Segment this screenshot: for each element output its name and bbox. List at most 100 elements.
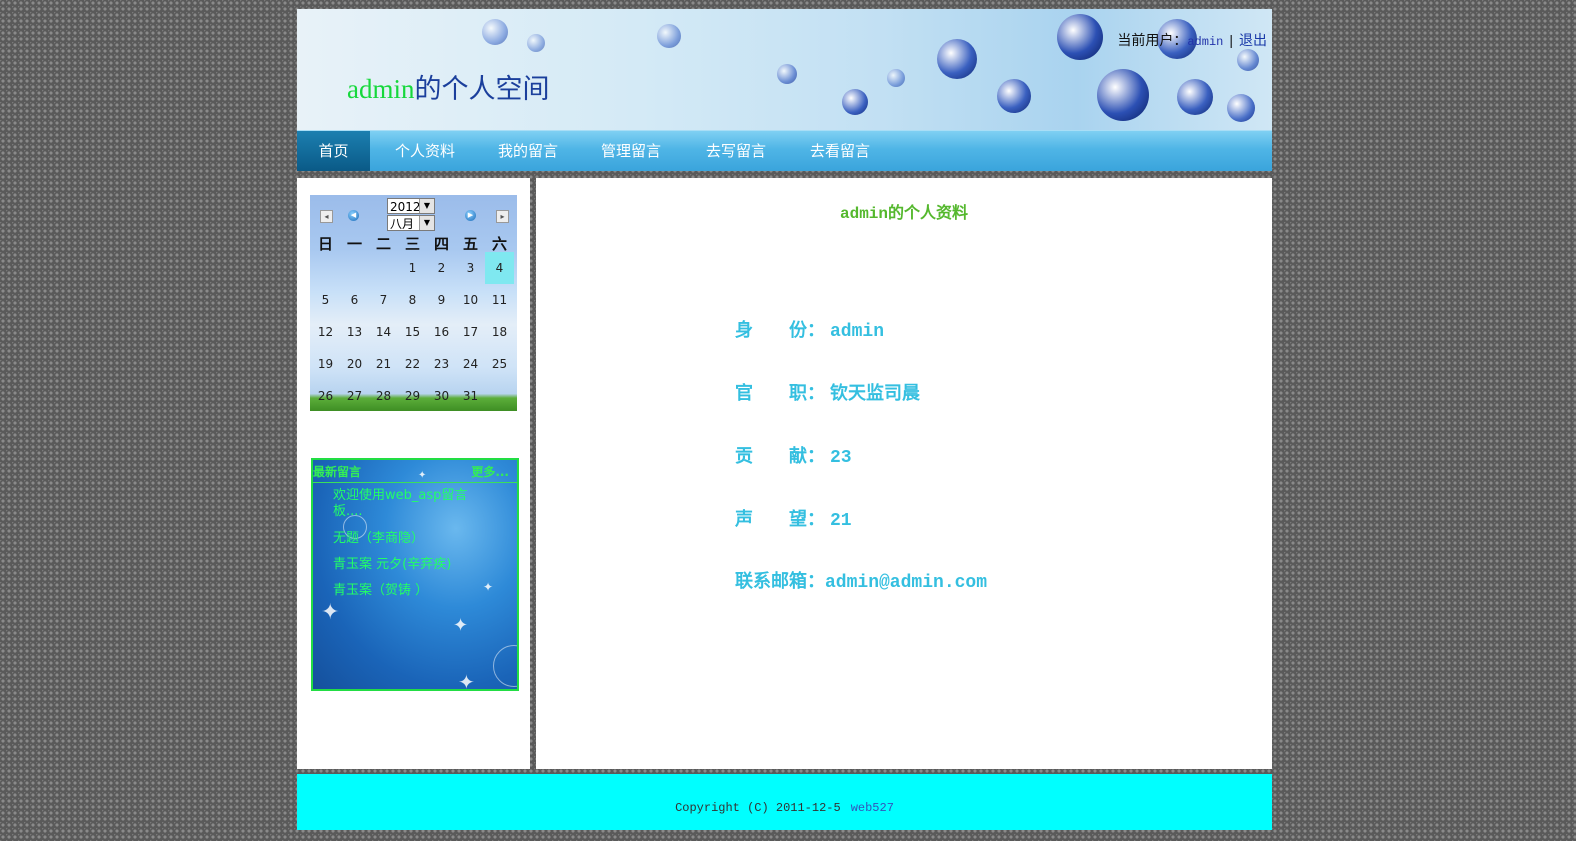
logout-link[interactable]: 退出 [1239,32,1267,48]
profile-row-position: 官 职： 钦天监司晨 [735,379,920,405]
chevron-down-icon: ▼ [419,216,434,230]
chevron-down-icon: ▼ [419,199,434,213]
calendar-day[interactable]: 31 [456,380,485,412]
site-title: admin的个人空间 [347,67,550,106]
calendar-day[interactable]: 7 [369,284,398,316]
calendar-weekday-header: 二 [375,235,391,253]
calendar-day[interactable]: 25 [485,348,514,380]
calendar-widget: ◂ ◀ 2012 ▼ 八月 ▼ ▶ ▸ 日一二三四五六 1 2 3 4 5 6 7 8 9 10 11 12… [310,195,517,411]
calendar-day[interactable]: 5 [311,284,340,316]
footer-site-link[interactable]: web527 [851,801,894,815]
current-user-link[interactable]: admin [1187,35,1223,49]
nav-item-write-message[interactable]: 去写留言 [694,131,778,171]
calendar-day[interactable]: 10 [456,284,485,316]
calendar-weekday-header: 四 [433,235,449,253]
profile-value: 23 [830,448,852,468]
calendar-day[interactable]: 13 [340,316,369,348]
profile-row-contribution: 贡 献： 23 [735,442,852,468]
calendar-day[interactable]: 8 [398,284,427,316]
calendar-day-today[interactable]: 4 [485,252,514,284]
message-item[interactable]: 无题（李商隐） [333,531,493,547]
copyright: Copyright (C) 2011-12-5 [675,801,841,815]
calendar-weekday-header: 一 [346,235,362,253]
calendar-day[interactable]: 17 [456,316,485,348]
profile-title: admin的个人资料 [839,205,968,223]
profile-value: admin [830,322,885,342]
profile-value: 钦天监司晨 [830,385,920,405]
calendar-day[interactable]: 28 [369,380,398,412]
user-bar-separator: | [1229,32,1233,48]
nav-item-my-messages[interactable]: 我的留言 [487,131,569,171]
nav-item-view-messages[interactable]: 去看留言 [798,131,882,171]
calendar-day[interactable]: 6 [340,284,369,316]
page-container: admin的个人空间 当前用户：admin | 退出 首页 个人资料 我的留言 管理… [297,9,1272,832]
bubble-decoration [493,645,517,687]
profile-label: 贡 献： [735,446,825,466]
calendar-day[interactable]: 12 [311,316,340,348]
calendar-day[interactable]: 2 [427,252,456,284]
profile-label: 官 职： [735,383,825,403]
site-title-rest: 的个人空间 [414,74,550,104]
footer: Copyright (C) 2011-12-5 web527 [297,774,1272,830]
calendar-day[interactable]: 14 [369,316,398,348]
main-nav: 首页 个人资料 我的留言 管理留言 去写留言 去看留言 [297,130,1272,171]
calendar-day[interactable]: 16 [427,316,456,348]
profile-row-reputation: 声 望： 21 [735,505,852,531]
calendar-weekday-header: 三 [404,235,420,253]
calendar-day[interactable]: 18 [485,316,514,348]
calendar-day[interactable]: 9 [427,284,456,316]
next-year-icon[interactable]: ▸ [496,210,509,223]
prev-month-icon[interactable]: ◀ [348,210,359,221]
calendar-day[interactable]: 27 [340,380,369,412]
sidebar: ◂ ◀ 2012 ▼ 八月 ▼ ▶ ▸ 日一二三四五六 1 2 3 4 5 6 7 8 9 10 11 12… [297,178,530,769]
message-item[interactable]: 青玉案 元夕(辛弃疾) [333,557,493,573]
profile-value: 21 [830,511,852,531]
calendar-day[interactable]: 15 [398,316,427,348]
calendar-weekday-header: 日 [317,235,333,253]
nav-item-manage-messages[interactable]: 管理留言 [589,131,673,171]
calendar-day[interactable]: 23 [427,348,456,380]
site-title-user: admin [347,74,415,104]
calendar-day[interactable]: 22 [398,348,427,380]
next-month-icon[interactable]: ▶ [465,210,476,221]
calendar-day[interactable]: 20 [340,348,369,380]
copyright-text: Copyright (C) 2011-12-5 web527 [297,801,1272,815]
calendar-day[interactable]: 26 [311,380,340,412]
year-select[interactable]: 2012 ▼ [387,198,435,214]
calendar-day[interactable]: 19 [311,348,340,380]
sparkle-icon: ✦ [458,670,475,691]
main-content: admin的个人资料 身 份： admin 官 职： 钦天监司晨 贡 献： 23 声 … [536,178,1272,769]
message-item[interactable]: 欢迎使用web_asp留言板.... [333,488,493,520]
month-select-value: 八月 [390,217,415,231]
messages-more-link[interactable]: 更多... [471,463,509,480]
profile-row-identity: 身 份： admin [735,316,884,342]
calendar-day[interactable]: 30 [427,380,456,412]
messages-title: 最新留言 [313,465,362,479]
sparkle-icon: ✦ [321,600,340,625]
nav-item-home[interactable]: 首页 [297,131,370,171]
calendar-weekday-header: 六 [491,235,507,253]
messages-header: 最新留言 更多... [313,460,517,483]
calendar-day[interactable]: 1 [398,252,427,284]
calendar-day[interactable]: 21 [369,348,398,380]
calendar-day[interactable]: 11 [485,284,514,316]
profile-value: admin@admin.com [825,573,988,593]
calendar-day[interactable]: 24 [456,348,485,380]
sparkle-icon: ✦ [453,615,469,636]
profile-label: 声 望： [735,509,825,529]
profile-label: 联系邮箱： [735,571,825,591]
prev-year-icon[interactable]: ◂ [320,210,333,223]
message-item[interactable]: 青玉案（贺铸 ） [333,583,493,599]
calendar-day[interactable]: 29 [398,380,427,412]
year-select-value: 2012 [390,200,421,214]
profile-row-email: 联系邮箱：admin@admin.com [735,567,987,593]
calendar-day[interactable]: 3 [456,252,485,284]
current-user-label: 当前用户： [1117,32,1188,48]
calendar-weekday-header: 五 [462,235,478,253]
nav-item-profile[interactable]: 个人资料 [383,131,467,171]
month-select[interactable]: 八月 ▼ [387,215,435,231]
profile-label: 身 份： [735,320,825,340]
user-bar: 当前用户：admin | 退出 [1117,30,1267,50]
latest-messages-panel: ✦ ✦ ✦ ✦ ✦ 最新留言 更多... 欢迎使用web_asp留言板.... … [311,458,519,691]
header-banner: admin的个人空间 当前用户：admin | 退出 [297,9,1272,130]
